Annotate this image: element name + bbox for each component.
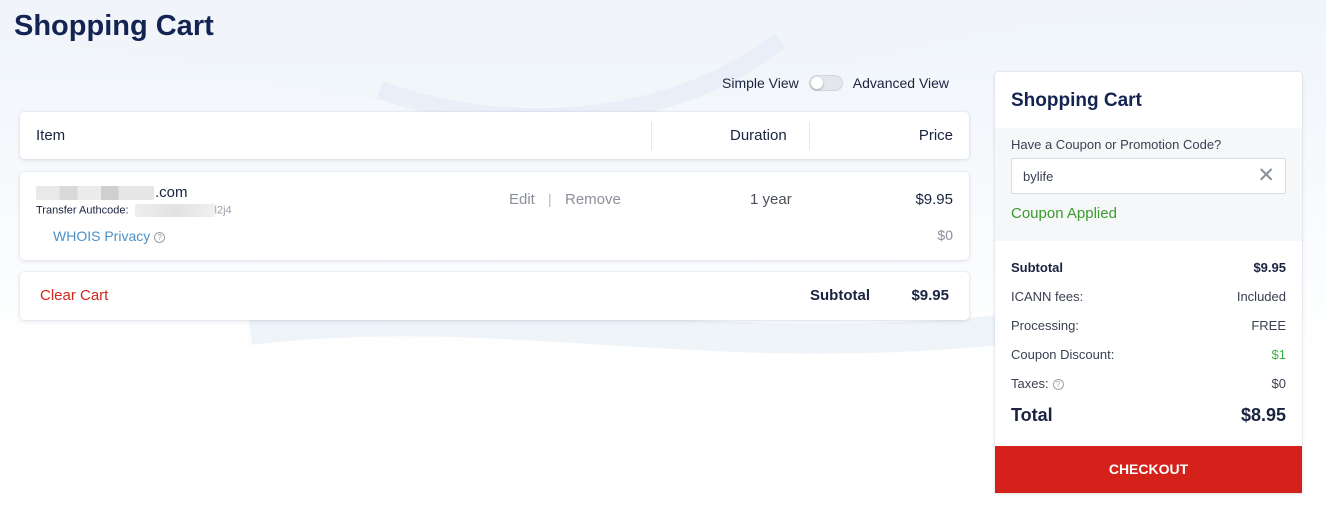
summary-label: Taxes:	[1011, 376, 1049, 391]
column-header-duration: Duration	[730, 127, 787, 144]
clear-coupon-icon[interactable]: ✕	[1257, 164, 1275, 188]
authcode-label: Transfer Authcode:	[36, 204, 129, 217]
total-label: Total	[1011, 405, 1053, 425]
summary-value: $1	[1271, 347, 1286, 362]
coupon-label: Have a Coupon or Promotion Code?	[1011, 137, 1222, 152]
authcode-tail: l2j4	[214, 204, 232, 217]
advanced-view-label[interactable]: Advanced View	[853, 75, 949, 91]
redacted-domain-blur	[36, 186, 154, 201]
cart-header: Item Duration Price	[20, 112, 969, 159]
summary-row-processing: Processing: FREE	[1011, 318, 1286, 336]
cart-item-row: .com Transfer Authcode: l2j4 Edit | Remov…	[20, 172, 969, 260]
summary-value: FREE	[1251, 318, 1286, 333]
total-value: $8.95	[1240, 405, 1286, 425]
summary-row-subtotal: Subtotal $9.95	[1011, 260, 1286, 278]
column-header-price: Price	[918, 127, 953, 144]
whois-privacy-link[interactable]: WHOIS Privacy?	[53, 228, 166, 244]
summary-total: Total $8.95	[1011, 405, 1286, 429]
whois-privacy-price: $0	[937, 227, 953, 243]
page-title: Shopping Cart	[14, 10, 214, 42]
item-price: $9.95	[915, 191, 953, 208]
toggle-knob	[810, 77, 823, 89]
domain-suffix: .com	[155, 184, 188, 201]
item-duration: 1 year	[750, 191, 792, 208]
summary-row-coupon-discount: Coupon Discount: $1	[1011, 347, 1286, 365]
summary-value: Included	[1236, 289, 1286, 304]
order-summary-title: Shopping Cart	[1011, 90, 1142, 111]
summary-label-wrap: Taxes:?	[1011, 376, 1064, 391]
coupon-input[interactable]	[1012, 159, 1242, 193]
help-icon[interactable]: ?	[1052, 379, 1064, 391]
summary-value: $0	[1271, 376, 1286, 391]
summary-row-icann-fees: ICANN fees: Included	[1011, 289, 1286, 307]
column-header-item: Item	[36, 127, 66, 144]
summary-value: $9.95	[1253, 260, 1286, 275]
clear-cart-button[interactable]: Clear Cart	[40, 287, 108, 304]
coupon-section: Have a Coupon or Promotion Code? ✕ Coupo…	[995, 128, 1302, 241]
summary-row-taxes: Taxes:? $0	[1011, 376, 1286, 394]
coupon-applied-status: Coupon Applied	[1011, 205, 1117, 222]
domain-name: .com	[36, 184, 188, 201]
summary-label: Coupon Discount:	[1011, 347, 1115, 362]
column-divider	[809, 122, 810, 150]
action-separator: |	[548, 191, 552, 207]
cart-subtotal-bar: Clear Cart Subtotal $9.95	[20, 272, 969, 320]
summary-label: ICANN fees:	[1011, 289, 1084, 304]
edit-link[interactable]: Edit	[509, 191, 535, 208]
transfer-authcode: Transfer Authcode: l2j4	[36, 204, 232, 217]
help-icon[interactable]: ?	[154, 231, 166, 243]
summary-label: Subtotal	[1011, 260, 1063, 275]
coupon-input-box: ✕	[1011, 158, 1286, 194]
simple-view-label[interactable]: Simple View	[722, 75, 799, 91]
view-toggle-switch[interactable]	[808, 75, 843, 91]
remove-link[interactable]: Remove	[565, 191, 621, 208]
summary-label: Processing:	[1011, 318, 1079, 333]
subtotal-value: $9.95	[911, 287, 949, 304]
view-toggle: Simple View Advanced View	[722, 72, 949, 94]
column-divider	[651, 122, 652, 150]
subtotal-label: Subtotal	[810, 287, 870, 304]
whois-privacy-label: WHOIS Privacy	[53, 228, 151, 244]
order-summary-panel: Shopping Cart Have a Coupon or Promotion…	[995, 72, 1302, 493]
redacted-authcode-blur	[134, 204, 215, 217]
checkout-button[interactable]: CHECKOUT	[995, 446, 1302, 493]
